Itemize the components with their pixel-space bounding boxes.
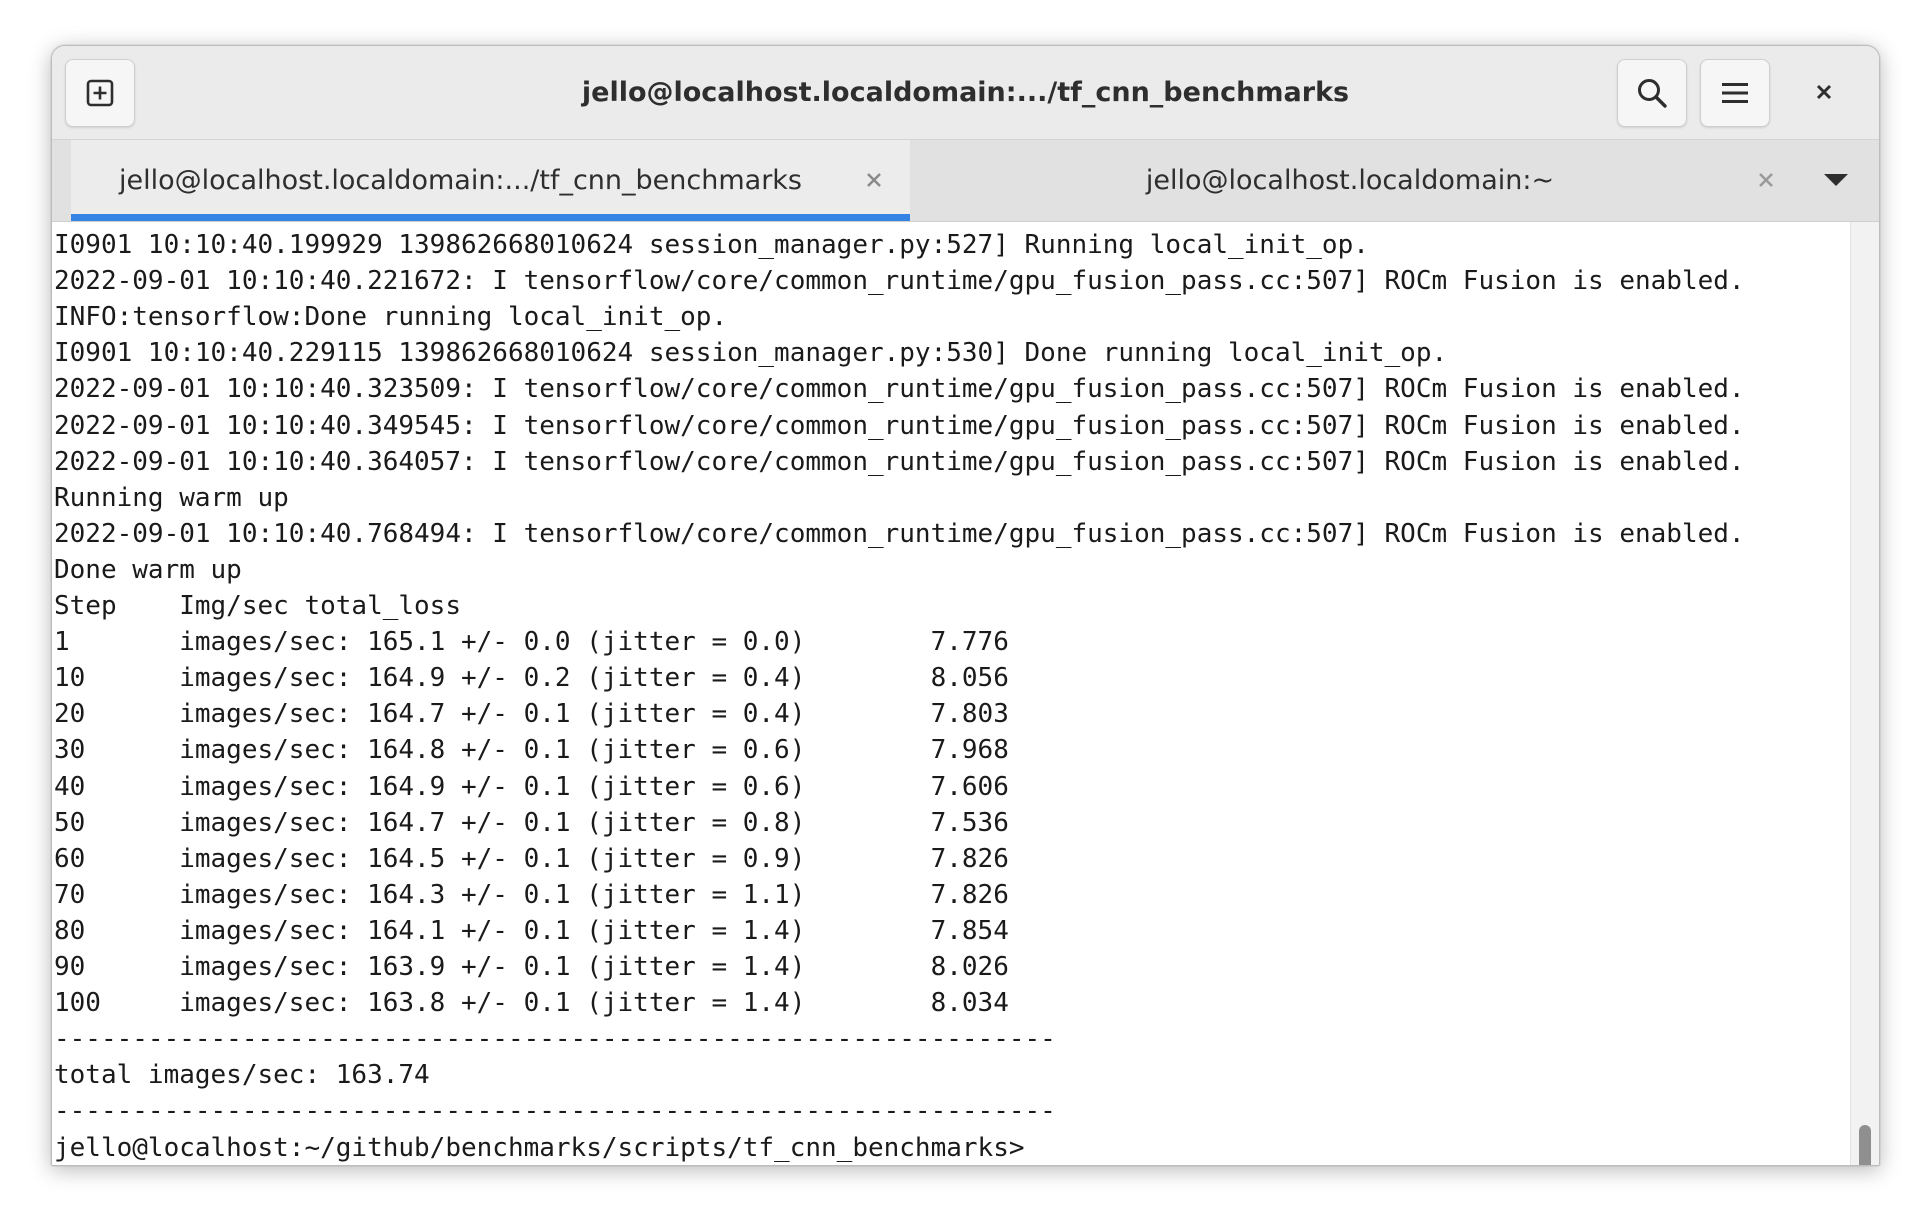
terminal-line: 50 images/sec: 164.7 +/- 0.1 (jitter = 0… <box>54 807 1009 838</box>
terminal-line: 1 images/sec: 165.1 +/- 0.0 (jitter = 0.… <box>54 627 1009 658</box>
tabs-dropdown-button[interactable] <box>1821 168 1851 192</box>
new-tab-button[interactable] <box>65 59 135 127</box>
terminal-line: 40 images/sec: 164.9 +/- 0.1 (jitter = 0… <box>54 771 1009 802</box>
terminal-line: 2022-09-01 10:10:40.364057: I tensorflow… <box>54 446 1745 477</box>
tab-close-button[interactable] <box>862 168 886 192</box>
terminal-line: jello@localhost:~/github/benchmarks/scri… <box>54 1132 1025 1163</box>
tab-tf-cnn-benchmarks[interactable]: jello@localhost.localdomain:.../tf_cnn_b… <box>71 140 910 221</box>
terminal-line: Done warm up <box>54 554 242 585</box>
terminal-line: 70 images/sec: 164.3 +/- 0.1 (jitter = 1… <box>54 879 1009 910</box>
header-bar: jello@localhost.localdomain:.../tf_cnn_b… <box>52 46 1879 140</box>
main-menu-button[interactable] <box>1700 59 1770 127</box>
terminal-line: Step Img/sec total_loss <box>54 591 461 621</box>
terminal-line: 30 images/sec: 164.8 +/- 0.1 (jitter = 0… <box>54 735 1009 766</box>
tab-home[interactable]: jello@localhost.localdomain:~ <box>910 140 1850 221</box>
terminal-line: 2022-09-01 10:10:40.349545: I tensorflow… <box>54 410 1745 441</box>
terminal-line: 2022-09-01 10:10:40.768494: I tensorflow… <box>54 518 1745 549</box>
tab-label: jello@localhost.localdomain:~ <box>1145 165 1555 196</box>
terminal-line: I0901 10:10:40.199929 139862668010624 se… <box>54 230 1369 260</box>
new-tab-icon <box>86 79 114 107</box>
chevron-down-icon <box>1824 174 1848 186</box>
terminal-line: 2022-09-01 10:10:40.221672: I tensorflow… <box>54 266 1745 297</box>
terminal-line: 100 images/sec: 163.8 +/- 0.1 (jitter = … <box>54 988 1009 1019</box>
window-close-button[interactable] <box>1804 72 1844 112</box>
terminal-window: jello@localhost.localdomain:.../tf_cnn_b… <box>51 45 1880 1166</box>
terminal-output[interactable]: I0901 10:10:40.199929 139862668010624 se… <box>52 222 1851 1165</box>
terminal-line: 2022-09-01 10:10:40.323509: I tensorflow… <box>54 374 1745 405</box>
tab-bar: jello@localhost.localdomain:.../tf_cnn_b… <box>52 140 1879 222</box>
terminal-line: 90 images/sec: 163.9 +/- 0.1 (jitter = 1… <box>54 952 1009 982</box>
terminal-line: Running warm up <box>54 482 289 513</box>
scrollbar-thumb[interactable] <box>1859 1125 1871 1165</box>
scrollbar[interactable] <box>1850 222 1879 1165</box>
terminal-line: 80 images/sec: 164.1 +/- 0.1 (jitter = 1… <box>54 915 1009 946</box>
tab-close-icon <box>1759 173 1773 187</box>
tab-label: jello@localhost.localdomain:.../tf_cnn_b… <box>118 165 802 196</box>
terminal-line: I0901 10:10:40.229115 139862668010624 se… <box>54 338 1448 369</box>
terminal-line: 20 images/sec: 164.7 +/- 0.1 (jitter = 0… <box>54 699 1009 730</box>
terminal-line: ----------------------------------------… <box>54 1024 1056 1055</box>
terminal-line: 10 images/sec: 164.9 +/- 0.2 (jitter = 0… <box>54 663 1009 694</box>
search-icon <box>1638 79 1667 108</box>
terminal-line: total images/sec: 163.74 <box>54 1060 430 1091</box>
terminal-line: 60 images/sec: 164.5 +/- 0.1 (jitter = 0… <box>54 843 1009 874</box>
terminal-line: ----------------------------------------… <box>54 1096 1056 1127</box>
window-title: jello@localhost.localdomain:.../tf_cnn_b… <box>581 77 1350 108</box>
hamburger-menu-icon <box>1722 83 1748 103</box>
search-button[interactable] <box>1617 59 1687 127</box>
close-icon <box>1816 84 1832 100</box>
tab-close-button[interactable] <box>1754 168 1778 192</box>
terminal-line: INFO:tensorflow:Done running local_init_… <box>54 302 728 333</box>
tab-close-icon <box>867 173 881 187</box>
